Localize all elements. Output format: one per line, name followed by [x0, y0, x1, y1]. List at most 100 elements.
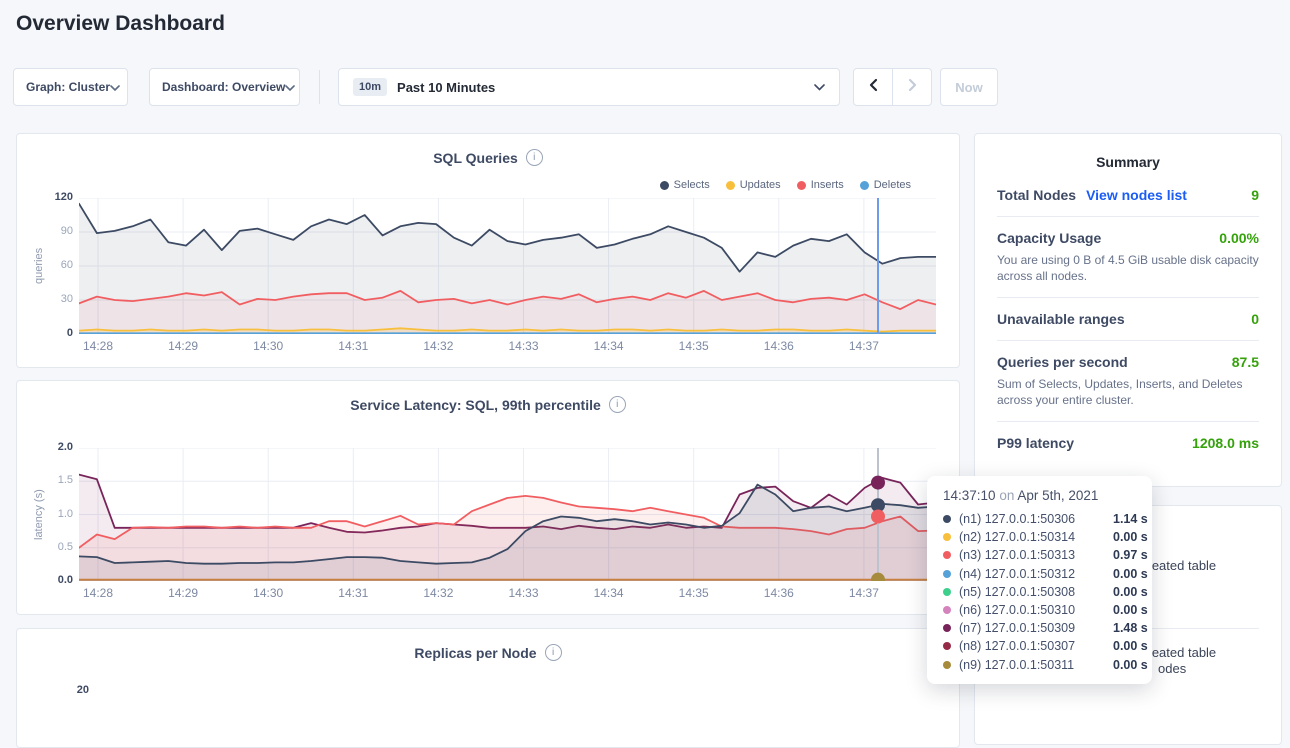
- tooltip-node-row: (n2) 127.0.0.1:503140.00 s: [943, 528, 1136, 546]
- summary-row-queries-per-second: Queries per second 87.5 Sum of Selects, …: [997, 341, 1259, 422]
- summary-row-description: You are using 0 B of 4.5 GiB usable disk…: [997, 252, 1259, 284]
- info-icon[interactable]: i: [526, 149, 543, 166]
- tooltip-node-value: 1.48 s: [1113, 621, 1148, 635]
- chevron-left-icon: [869, 78, 878, 97]
- time-range-selector[interactable]: 10m Past 10 Minutes: [338, 68, 840, 106]
- tooltip-node-value: 1.14 s: [1113, 512, 1148, 526]
- x-tick-label: 14:34: [581, 339, 637, 353]
- legend-color-dot: [660, 181, 669, 190]
- event-row-fragment: created table: [1141, 558, 1216, 573]
- page-title: Overview Dashboard: [16, 12, 225, 36]
- tooltip-node-label: (n3) 127.0.0.1:50313: [959, 548, 1105, 562]
- tooltip-node-value: 0.00 s: [1113, 567, 1148, 581]
- divider: [319, 70, 320, 104]
- summary-row-unavailable-ranges: Unavailable ranges 0: [997, 298, 1259, 341]
- dashboard-dropdown[interactable]: Dashboard: Overview: [149, 68, 300, 106]
- y-axis-title: queries: [33, 198, 47, 334]
- info-icon[interactable]: i: [609, 396, 626, 413]
- legend-color-dot: [860, 181, 869, 190]
- summary-row-capacity-usage: Capacity Usage 0.00% You are using 0 B o…: [997, 217, 1259, 298]
- latency-chart-plot[interactable]: [79, 448, 936, 581]
- x-tick-label: 14:36: [751, 586, 807, 600]
- summary-row-label: Unavailable ranges: [997, 311, 1125, 327]
- chart-title-text: SQL Queries: [433, 150, 518, 166]
- tooltip-node-label: (n2) 127.0.0.1:50314: [959, 530, 1105, 544]
- node-color-dot: [943, 661, 951, 669]
- tooltip-node-row: (n9) 127.0.0.1:503110.00 s: [943, 656, 1136, 674]
- x-tick-label: 14:37: [836, 339, 892, 353]
- legend-item-label: Inserts: [811, 179, 844, 191]
- legend-color-dot: [797, 181, 806, 190]
- x-tick-label: 14:35: [666, 339, 722, 353]
- x-tick-label: 14:31: [325, 586, 381, 600]
- chart-legend: Selects Updates Inserts Deletes: [660, 179, 911, 191]
- info-icon[interactable]: i: [545, 644, 562, 661]
- tooltip-node-row: (n8) 127.0.0.1:503070.00 s: [943, 637, 1136, 655]
- chart-title: Replicas per Node i: [17, 644, 959, 661]
- tooltip-node-row: (n6) 127.0.0.1:503100.00 s: [943, 601, 1136, 619]
- next-interval-button[interactable]: [893, 69, 931, 105]
- tooltip-node-label: (n7) 127.0.0.1:50309: [959, 621, 1105, 635]
- x-tick-label: 14:37: [836, 586, 892, 600]
- event-row-fragment: created table: [1141, 645, 1216, 660]
- legend-item-selects[interactable]: Selects: [660, 179, 710, 191]
- now-button[interactable]: Now: [940, 68, 998, 106]
- tooltip-node-value: 0.00 s: [1113, 530, 1148, 544]
- tooltip-node-value: 0.00 s: [1113, 603, 1148, 617]
- y-axis-title: latency (s): [33, 448, 47, 581]
- node-color-dot: [943, 588, 951, 596]
- now-button-label: Now: [955, 80, 982, 95]
- tooltip-node-label: (n6) 127.0.0.1:50310: [959, 603, 1105, 617]
- legend-item-updates[interactable]: Updates: [726, 179, 781, 191]
- x-tick-label: 14:36: [751, 339, 807, 353]
- tooltip-node-value: 0.00 s: [1113, 639, 1148, 653]
- tooltip-node-label: (n1) 127.0.0.1:50306: [959, 512, 1105, 526]
- prev-interval-button[interactable]: [854, 69, 893, 105]
- summary-title: Summary: [997, 154, 1259, 170]
- graph-dropdown[interactable]: Graph: Cluster: [13, 68, 128, 106]
- node-color-dot: [943, 533, 951, 541]
- legend-item-label: Deletes: [874, 179, 911, 191]
- node-color-dot: [943, 570, 951, 578]
- node-color-dot: [943, 642, 951, 650]
- service-latency-chart-card: Service Latency: SQL, 99th percentile i …: [16, 380, 960, 615]
- legend-item-deletes[interactable]: Deletes: [860, 179, 911, 191]
- sql-queries-chart-card: SQL Queries i 14:2814:2914:3014:3114:321…: [16, 133, 960, 368]
- summary-row-value: 87.5: [1232, 354, 1259, 370]
- y-tick-label: 20: [49, 684, 89, 696]
- x-tick-label: 14:30: [240, 339, 296, 353]
- chevron-right-icon: [908, 78, 917, 97]
- x-tick-label: 14:32: [410, 586, 466, 600]
- tooltip-node-row: (n1) 127.0.0.1:503061.14 s: [943, 510, 1136, 528]
- dashboard-dropdown-label: Dashboard: Overview: [162, 80, 285, 94]
- summary-panel: Summary Total Nodes View nodes list 9 Ca…: [974, 133, 1282, 487]
- chevron-down-icon: [110, 78, 120, 96]
- replicas-per-node-chart-card: Replicas per Node i 20: [16, 628, 960, 748]
- x-tick-label: 14:32: [410, 339, 466, 353]
- summary-row-value: 0: [1251, 311, 1259, 327]
- tooltip-node-row: (n5) 127.0.0.1:503080.00 s: [943, 583, 1136, 601]
- sql-chart-plot[interactable]: [79, 198, 936, 334]
- chart-title: Service Latency: SQL, 99th percentile i: [17, 396, 959, 413]
- view-nodes-list-link[interactable]: View nodes list: [1086, 187, 1187, 203]
- summary-row-p99-latency: P99 latency 1208.0 ms: [997, 422, 1259, 464]
- x-tick-label: 14:28: [70, 586, 126, 600]
- tooltip-node-label: (n9) 127.0.0.1:50311: [959, 658, 1105, 672]
- legend-item-inserts[interactable]: Inserts: [797, 179, 844, 191]
- summary-row-description: Sum of Selects, Updates, Inserts, and De…: [997, 376, 1259, 408]
- tooltip-node-list: (n1) 127.0.0.1:503061.14 s(n2) 127.0.0.1…: [943, 510, 1136, 674]
- chart-hover-tooltip: 14:37:10 on Apr 5th, 2021 (n1) 127.0.0.1…: [927, 476, 1152, 684]
- summary-row-label: P99 latency: [997, 435, 1074, 451]
- x-tick-label: 14:33: [496, 339, 552, 353]
- x-tick-label: 14:28: [70, 339, 126, 353]
- tooltip-node-row: (n7) 127.0.0.1:503091.48 s: [943, 619, 1136, 637]
- time-step-buttons: [853, 68, 932, 106]
- event-row-fragment: odes: [1158, 661, 1186, 676]
- chevron-down-icon: [285, 78, 295, 96]
- tooltip-node-value: 0.97 s: [1113, 548, 1148, 562]
- summary-row-value: 1208.0 ms: [1192, 435, 1259, 451]
- node-color-dot: [943, 551, 951, 559]
- tooltip-node-label: (n4) 127.0.0.1:50312: [959, 567, 1105, 581]
- legend-item-label: Selects: [674, 179, 710, 191]
- tooltip-node-label: (n5) 127.0.0.1:50308: [959, 585, 1105, 599]
